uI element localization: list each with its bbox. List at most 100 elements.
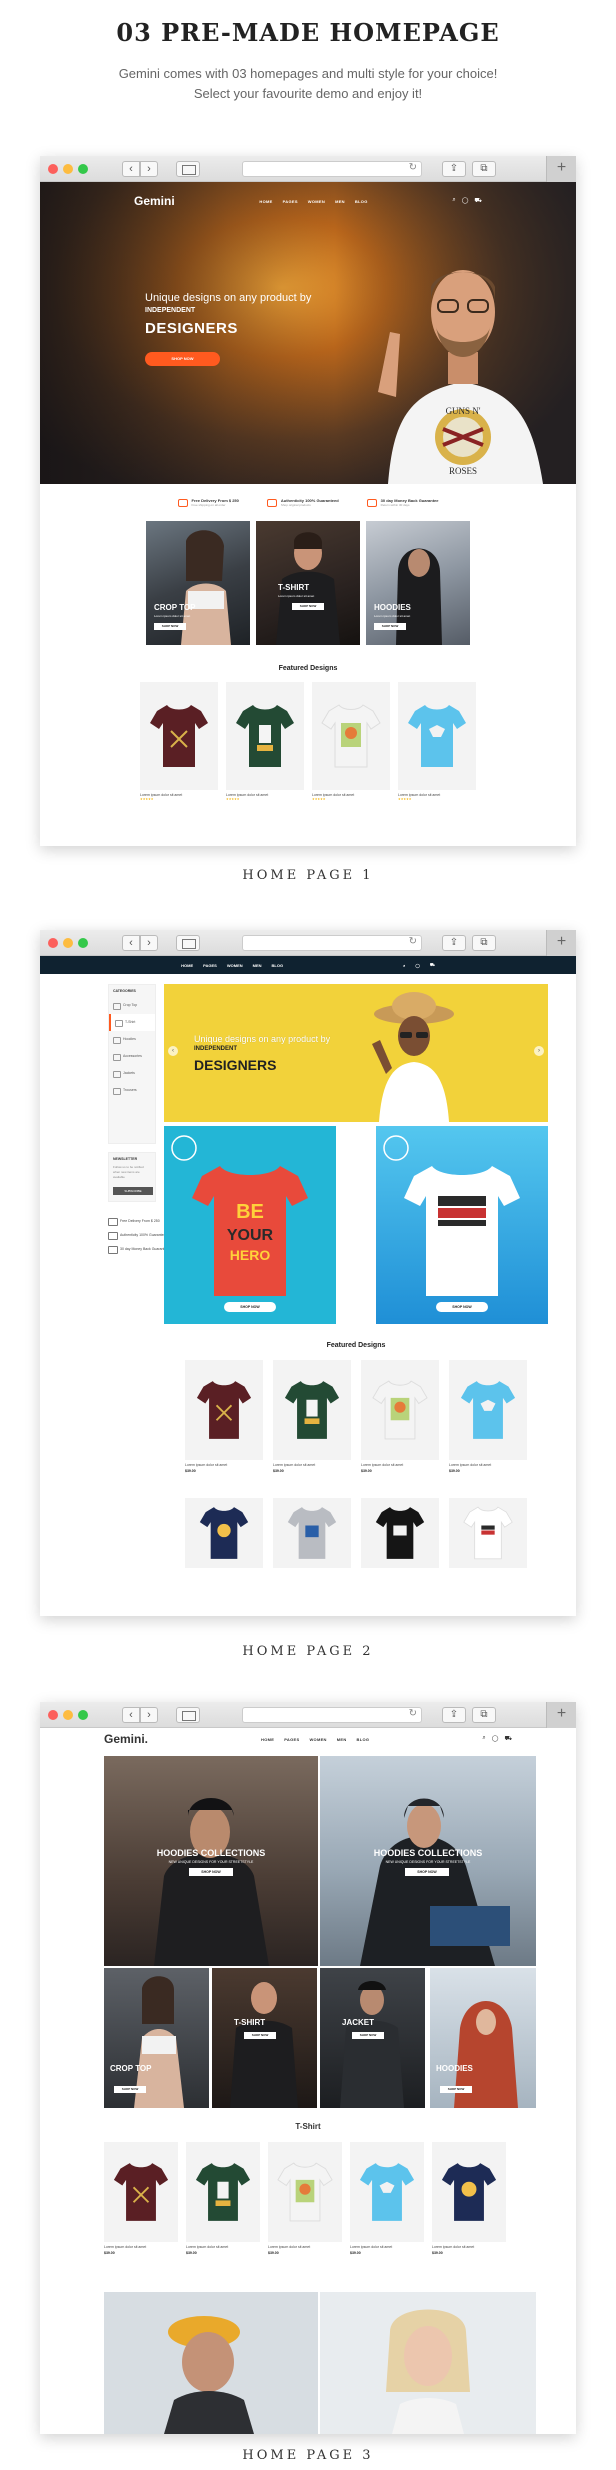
cart-icon[interactable]: ⛟ [504, 1735, 512, 1743]
product-name[interactable]: Lorem ipsum dolor sit amet [273, 1463, 351, 1467]
menu-women[interactable]: WOMEN [309, 1737, 326, 1742]
product-card[interactable]: Lorem ipsum dolor sit amet $39.00 [449, 1360, 527, 1473]
menu-home[interactable]: HOME [181, 963, 193, 968]
banner-t-shirt[interactable]: T-SHIRT SHOP NOW [212, 1968, 317, 2108]
banner-shop-button[interactable]: SHOP NOW [224, 1302, 276, 1312]
product-name[interactable]: Lorem ipsum dolor sit amet [350, 2245, 424, 2249]
product-name[interactable]: Lorem ipsum dolor sit amet [449, 1463, 527, 1467]
banner-hangover[interactable]: SHOP NOW [376, 1126, 548, 1324]
product-card[interactable]: Lorem ipsum dolor sit amet $39.00 [185, 1360, 263, 1473]
product-name[interactable]: Lorem ipsum dolor sit amet [104, 2245, 178, 2249]
user-icon[interactable]: ◯ [415, 963, 419, 968]
product-card[interactable]: Lorem ipsum dolor sit amet $39.00 [268, 2142, 342, 2255]
banner-shop-button[interactable]: SHOP NOW [189, 1868, 233, 1876]
product-card[interactable]: Lorem ipsum dolor sit amet $39.00 [186, 2142, 260, 2255]
product-card[interactable] [273, 1498, 351, 1568]
banner-hoodies-men[interactable]: HOODIES COLLECTIONS NEW UNIQUE DESIGNS F… [104, 1756, 318, 1966]
share-button[interactable]: ⇪ [442, 1707, 466, 1723]
menu-men[interactable]: MEN [335, 199, 345, 204]
sidebar-item-hoodies[interactable]: Hoodies [109, 1031, 155, 1048]
search-icon[interactable]: ⌕ [482, 1735, 485, 1743]
new-tab-button[interactable]: + [546, 156, 576, 182]
product-card[interactable] [449, 1498, 527, 1568]
slider-next-icon[interactable]: › [534, 1046, 544, 1056]
reload-icon[interactable]: ↻ [409, 1708, 417, 1719]
cart-icon[interactable]: ⛟ [474, 197, 482, 205]
user-icon[interactable]: ◯ [492, 1735, 499, 1743]
tabs-button[interactable]: ⧉ [472, 1707, 496, 1723]
banner-shop-button[interactable]: SHOP NOW [244, 2032, 276, 2039]
user-icon[interactable]: ◯ [462, 197, 469, 205]
category-shop-button[interactable]: SHOP NOW [374, 623, 406, 630]
search-icon[interactable]: ⌕ [452, 197, 455, 205]
category-shop-button[interactable]: SHOP NOW [154, 623, 186, 630]
close-window-button[interactable] [48, 1710, 58, 1720]
search-icon[interactable]: ⌕ [403, 963, 405, 968]
product-card[interactable] [185, 1498, 263, 1568]
back-button[interactable]: ‹ [122, 1707, 140, 1723]
product-name[interactable]: Lorem ipsum dolor sit amet [432, 2245, 506, 2249]
banner-shop-button[interactable]: SHOP NOW [114, 2086, 146, 2093]
forward-button[interactable]: › [140, 1707, 158, 1723]
menu-blog[interactable]: BLOG [272, 963, 284, 968]
banner-jacket[interactable]: JACKET SHOP NOW [320, 1968, 425, 2108]
product-card[interactable]: Lorem ipsum dolor sit amet ★★★★★ [312, 682, 390, 801]
cart-icon[interactable]: ⛟ [430, 962, 435, 968]
reload-icon[interactable]: ↻ [409, 936, 417, 947]
product-card[interactable]: Lorem ipsum dolor sit amet $39.00 [350, 2142, 424, 2255]
sidebar-item-jackets[interactable]: Jackets [109, 1065, 155, 1082]
slider-prev-icon[interactable]: ‹ [168, 1046, 178, 1056]
product-card[interactable]: Lorem ipsum dolor sit amet $39.00 [273, 1360, 351, 1473]
address-bar[interactable]: ↻ [242, 935, 422, 951]
bottom-banner-right[interactable] [320, 2292, 536, 2434]
menu-women[interactable]: WOMEN [227, 963, 243, 968]
maximize-window-button[interactable] [78, 938, 88, 948]
site-logo[interactable]: Gemini [134, 194, 175, 208]
product-name[interactable]: Lorem ipsum dolor sit amet [185, 1463, 263, 1467]
menu-men[interactable]: MEN [337, 1737, 347, 1742]
banner-hoodies-women[interactable]: HOODIES COLLECTIONS NEW UNIQUE DESIGNS F… [320, 1756, 536, 1966]
back-button[interactable]: ‹ [122, 935, 140, 951]
share-button[interactable]: ⇪ [442, 161, 466, 177]
sidebar-item-trousers[interactable]: Trousers [109, 1082, 155, 1099]
address-bar[interactable]: ↻ [242, 161, 422, 177]
hero-shop-now-button[interactable]: SHOP NOW [145, 352, 220, 366]
banner-be-your-own-hero[interactable]: BE YOUR HERO SHOP NOW [164, 1126, 336, 1324]
new-tab-button[interactable]: + [546, 1702, 576, 1728]
category-hoodies[interactable]: HOODIES Lorem ipsum dolor sit amet SHOP … [366, 521, 470, 645]
close-window-button[interactable] [48, 164, 58, 174]
menu-home[interactable]: HOME [259, 199, 272, 204]
menu-pages[interactable]: PAGES [283, 199, 298, 204]
menu-home[interactable]: HOME [261, 1737, 274, 1742]
banner-shop-button[interactable]: SHOP NOW [436, 1302, 488, 1312]
bottom-banner-left[interactable] [104, 2292, 318, 2434]
close-window-button[interactable] [48, 938, 58, 948]
menu-women[interactable]: WOMEN [308, 199, 325, 204]
sidebar-item-crop-top[interactable]: Crop Top [109, 997, 155, 1014]
product-card[interactable] [361, 1498, 439, 1568]
category-crop-top[interactable]: CROP TOP Lorem ipsum dolor sit amet SHOP… [146, 521, 250, 645]
menu-blog[interactable]: BLOG [355, 199, 368, 204]
banner-shop-button[interactable]: SHOP NOW [440, 2086, 472, 2093]
menu-pages[interactable]: PAGES [203, 963, 217, 968]
category-t-shirt[interactable]: T-SHIRT Lorem ipsum dolor sit amet SHOP … [256, 521, 360, 645]
product-card[interactable]: Lorem ipsum dolor sit amet ★★★★★ [398, 682, 476, 801]
maximize-window-button[interactable] [78, 1710, 88, 1720]
product-name[interactable]: Lorem ipsum dolor sit amet [268, 2245, 342, 2249]
product-name[interactable]: Lorem ipsum dolor sit amet [361, 1463, 439, 1467]
forward-button[interactable]: › [140, 935, 158, 951]
banner-shop-button[interactable]: SHOP NOW [405, 1868, 449, 1876]
minimize-window-button[interactable] [63, 1710, 73, 1720]
tabs-button[interactable]: ⧉ [472, 935, 496, 951]
product-card[interactable]: Lorem ipsum dolor sit amet $39.00 [432, 2142, 506, 2255]
category-shop-button[interactable]: SHOP NOW [292, 603, 324, 610]
back-button[interactable]: ‹ [122, 161, 140, 177]
reload-icon[interactable]: ↻ [409, 162, 417, 173]
site-logo[interactable]: Gemini. [104, 1732, 148, 1746]
subscribe-button[interactable]: SUBSCRIBE [113, 1187, 153, 1195]
address-bar[interactable]: ↻ [242, 1707, 422, 1723]
product-name[interactable]: Lorem ipsum dolor sit amet [186, 2245, 260, 2249]
menu-blog[interactable]: BLOG [357, 1737, 370, 1742]
product-card[interactable]: Lorem ipsum dolor sit amet $39.00 [104, 2142, 178, 2255]
sidebar-toggle-button[interactable] [176, 161, 200, 177]
